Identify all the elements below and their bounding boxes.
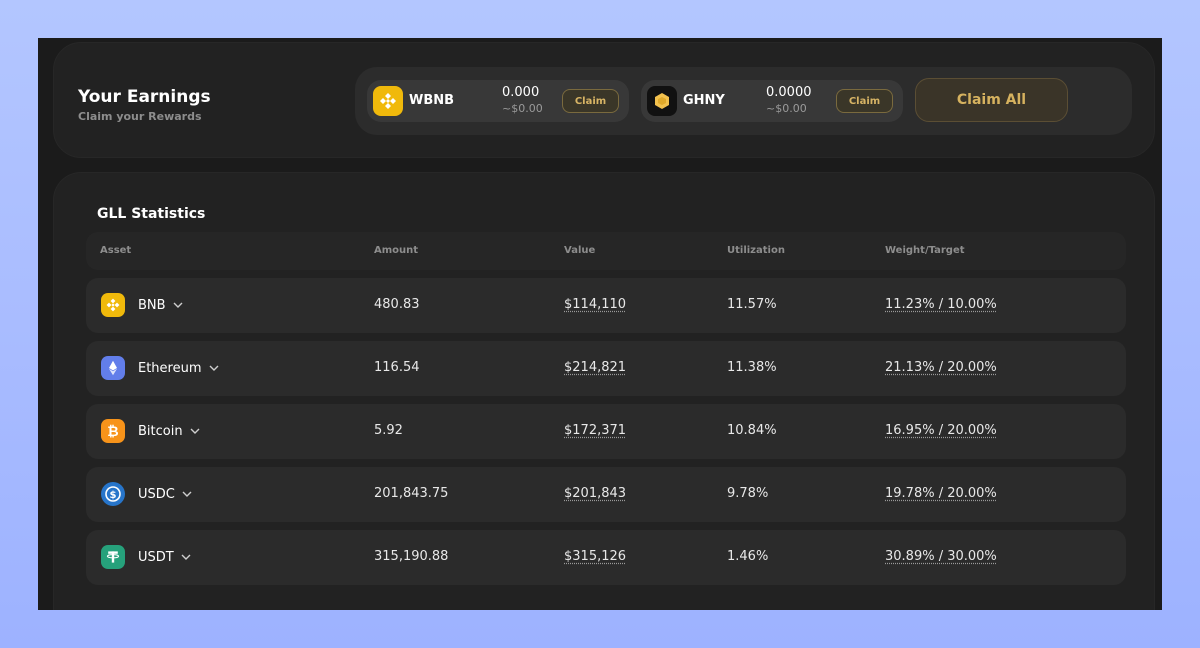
amount-cell: 315,190.88 bbox=[374, 549, 449, 564]
reward-amount: 0.0000 bbox=[766, 85, 812, 100]
claim-wbnb-button[interactable]: Claim bbox=[562, 89, 619, 113]
chevron-down-icon[interactable] bbox=[173, 300, 183, 310]
chevron-down-icon[interactable] bbox=[182, 489, 192, 499]
asset-cell[interactable]: Ethereum bbox=[101, 356, 219, 380]
earnings-title: Your Earnings bbox=[78, 87, 211, 107]
asset-name: Ethereum bbox=[138, 360, 202, 376]
asset-name: USDC bbox=[138, 486, 175, 502]
value-cell[interactable]: $214,821 bbox=[564, 360, 626, 375]
utilization-cell: 9.78% bbox=[727, 486, 769, 501]
earnings-subtitle: Claim your Rewards bbox=[78, 110, 202, 123]
amount-cell: 201,843.75 bbox=[374, 486, 449, 501]
app-frame: Your Earnings Claim your Rewards WBNB 0.… bbox=[38, 38, 1162, 610]
reward-symbol: GHNY bbox=[683, 93, 725, 108]
value-cell[interactable]: $315,126 bbox=[564, 549, 626, 564]
column-header-utilization: Utilization bbox=[727, 245, 785, 256]
asset-name: USDT bbox=[138, 549, 174, 565]
amount-cell: 116.54 bbox=[374, 360, 420, 375]
claim-all-button[interactable]: Claim All bbox=[915, 78, 1068, 122]
rewards-bar: WBNB 0.000 ~$0.00 Claim GHNY 0.0000 ~$0.… bbox=[355, 67, 1132, 135]
column-header-amount: Amount bbox=[374, 245, 419, 256]
utilization-cell: 10.84% bbox=[727, 423, 777, 438]
column-header-asset: Asset bbox=[100, 245, 132, 256]
value-cell[interactable]: $114,110 bbox=[564, 297, 626, 312]
ghny-icon bbox=[647, 86, 677, 116]
utilization-cell: 1.46% bbox=[727, 549, 769, 564]
column-header-value: Value bbox=[564, 245, 596, 256]
column-header-weight-target: Weight/Target bbox=[885, 245, 965, 256]
reward-card-wbnb: WBNB 0.000 ~$0.00 Claim bbox=[367, 80, 629, 122]
asset-cell[interactable]: USDT bbox=[101, 545, 191, 569]
chevron-down-icon[interactable] bbox=[181, 552, 191, 562]
table-row[interactable]: $ USDC 201,843.75 $201,843 9.78% 19.78% … bbox=[86, 467, 1126, 522]
weight-target-cell[interactable]: 19.78% / 20.00% bbox=[885, 486, 997, 501]
table-row[interactable]: Ethereum 116.54 $214,821 11.38% 21.13% /… bbox=[86, 341, 1126, 396]
asset-cell[interactable]: BNB bbox=[101, 293, 183, 317]
asset-name: BNB bbox=[138, 297, 166, 313]
table-header: Asset Amount Value Utilization Weight/Ta… bbox=[86, 232, 1126, 270]
statistics-title: GLL Statistics bbox=[97, 206, 206, 222]
asset-name: Bitcoin bbox=[138, 423, 183, 439]
ethereum-icon bbox=[101, 356, 125, 380]
amount-cell: 480.83 bbox=[374, 297, 420, 312]
table-row[interactable]: ₿ Bitcoin 5.92 $172,371 10.84% 16.95% / … bbox=[86, 404, 1126, 459]
reward-usd: ~$0.00 bbox=[502, 102, 543, 115]
svg-text:$: $ bbox=[110, 490, 117, 501]
table-row[interactable]: BNB 480.83 $114,110 11.57% 11.23% / 10.0… bbox=[86, 278, 1126, 333]
usdt-icon bbox=[101, 545, 125, 569]
bitcoin-icon: ₿ bbox=[101, 419, 125, 443]
chevron-down-icon[interactable] bbox=[190, 426, 200, 436]
earnings-panel: Your Earnings Claim your Rewards WBNB 0.… bbox=[53, 42, 1155, 158]
weight-target-cell[interactable]: 11.23% / 10.00% bbox=[885, 297, 997, 312]
weight-target-cell[interactable]: 16.95% / 20.00% bbox=[885, 423, 997, 438]
usdc-icon: $ bbox=[101, 482, 125, 506]
reward-usd: ~$0.00 bbox=[766, 102, 807, 115]
weight-target-cell[interactable]: 30.89% / 30.00% bbox=[885, 549, 997, 564]
amount-cell: 5.92 bbox=[374, 423, 403, 438]
utilization-cell: 11.38% bbox=[727, 360, 777, 375]
chevron-down-icon[interactable] bbox=[209, 363, 219, 373]
asset-cell[interactable]: $ USDC bbox=[101, 482, 192, 506]
bnb-icon bbox=[101, 293, 125, 317]
weight-target-cell[interactable]: 21.13% / 20.00% bbox=[885, 360, 997, 375]
asset-cell[interactable]: ₿ Bitcoin bbox=[101, 419, 200, 443]
reward-symbol: WBNB bbox=[409, 93, 455, 108]
reward-card-ghny: GHNY 0.0000 ~$0.00 Claim bbox=[641, 80, 903, 122]
wbnb-icon bbox=[373, 86, 403, 116]
value-cell[interactable]: $201,843 bbox=[564, 486, 626, 501]
claim-ghny-button[interactable]: Claim bbox=[836, 89, 893, 113]
statistics-panel: GLL Statistics Asset Amount Value Utiliz… bbox=[53, 172, 1155, 610]
utilization-cell: 11.57% bbox=[727, 297, 777, 312]
value-cell[interactable]: $172,371 bbox=[564, 423, 626, 438]
reward-amount: 0.000 bbox=[502, 85, 540, 100]
table-row[interactable]: USDT 315,190.88 $315,126 1.46% 30.89% / … bbox=[86, 530, 1126, 585]
